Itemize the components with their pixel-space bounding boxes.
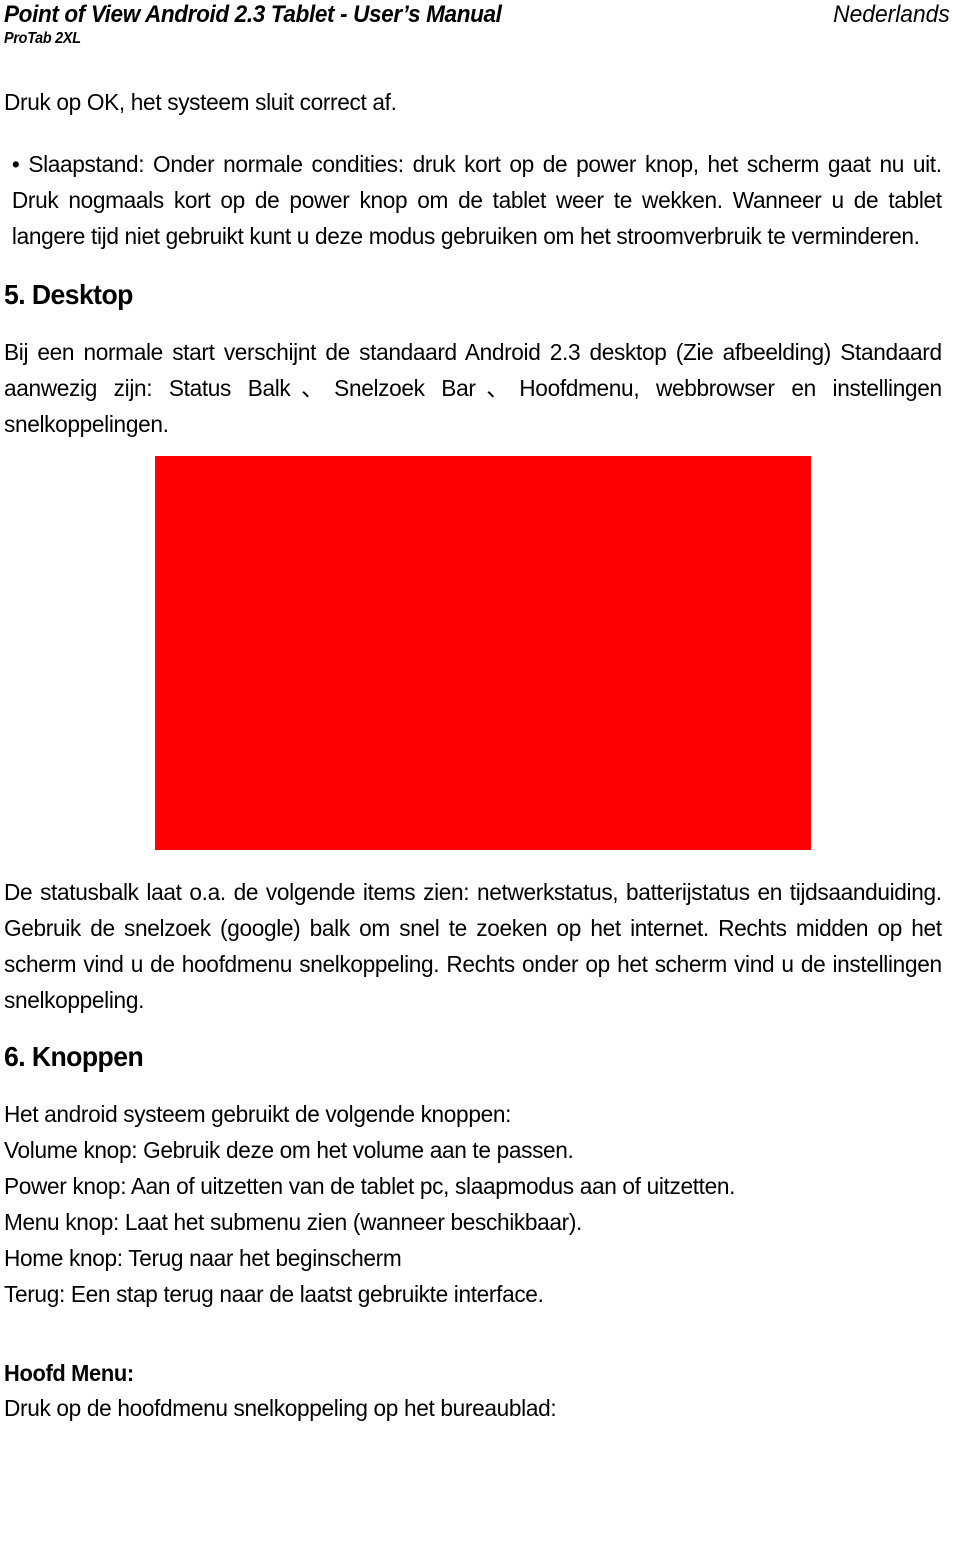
desktop-paragraph: Bij een normale start verschijnt de stan…	[4, 339, 942, 437]
section-heading-desktop: 5. Desktop	[4, 279, 133, 310]
header-language: Nederlands	[833, 1, 950, 28]
main-menu-line: Druk op de hoofdmenu snelkoppeling op he…	[4, 1395, 557, 1421]
statusbar-paragraph: De statusbalk laat o.a. de volgende item…	[4, 879, 942, 1013]
button-line-volume: Volume knop: Gebruik deze om het volume …	[4, 1137, 574, 1163]
document-header: Point of View Android 2.3 Tablet - User’…	[4, 0, 956, 58]
desktop-figure	[4, 442, 956, 874]
header-title: Point of View Android 2.3 Tablet - User’…	[4, 1, 502, 28]
button-line-menu: Menu knop: Laat het submenu zien (wannee…	[4, 1209, 582, 1235]
sleep-mode-bullet: • Slaapstand: Onder normale condities: d…	[11, 151, 942, 249]
section-heading-buttons: 6. Knoppen	[4, 1041, 144, 1072]
document-page: Point of View Android 2.3 Tablet - User’…	[0, 0, 960, 1544]
buttons-lead: Het android systeem gebruikt de volgende…	[4, 1101, 512, 1127]
intro-line: Druk op OK, het systeem sluit correct af…	[4, 89, 397, 115]
subheading-main-menu: Hoofd Menu:	[4, 1360, 134, 1386]
button-line-power: Power knop: Aan of uitzetten van de tabl…	[4, 1173, 736, 1199]
button-line-home: Home knop: Terug naar het beginscherm	[4, 1245, 402, 1271]
header-model: ProTab 2XL	[4, 30, 81, 47]
button-line-back: Terug: Een stap terug naar de laatst geb…	[4, 1281, 544, 1307]
desktop-screenshot-image	[155, 456, 811, 850]
